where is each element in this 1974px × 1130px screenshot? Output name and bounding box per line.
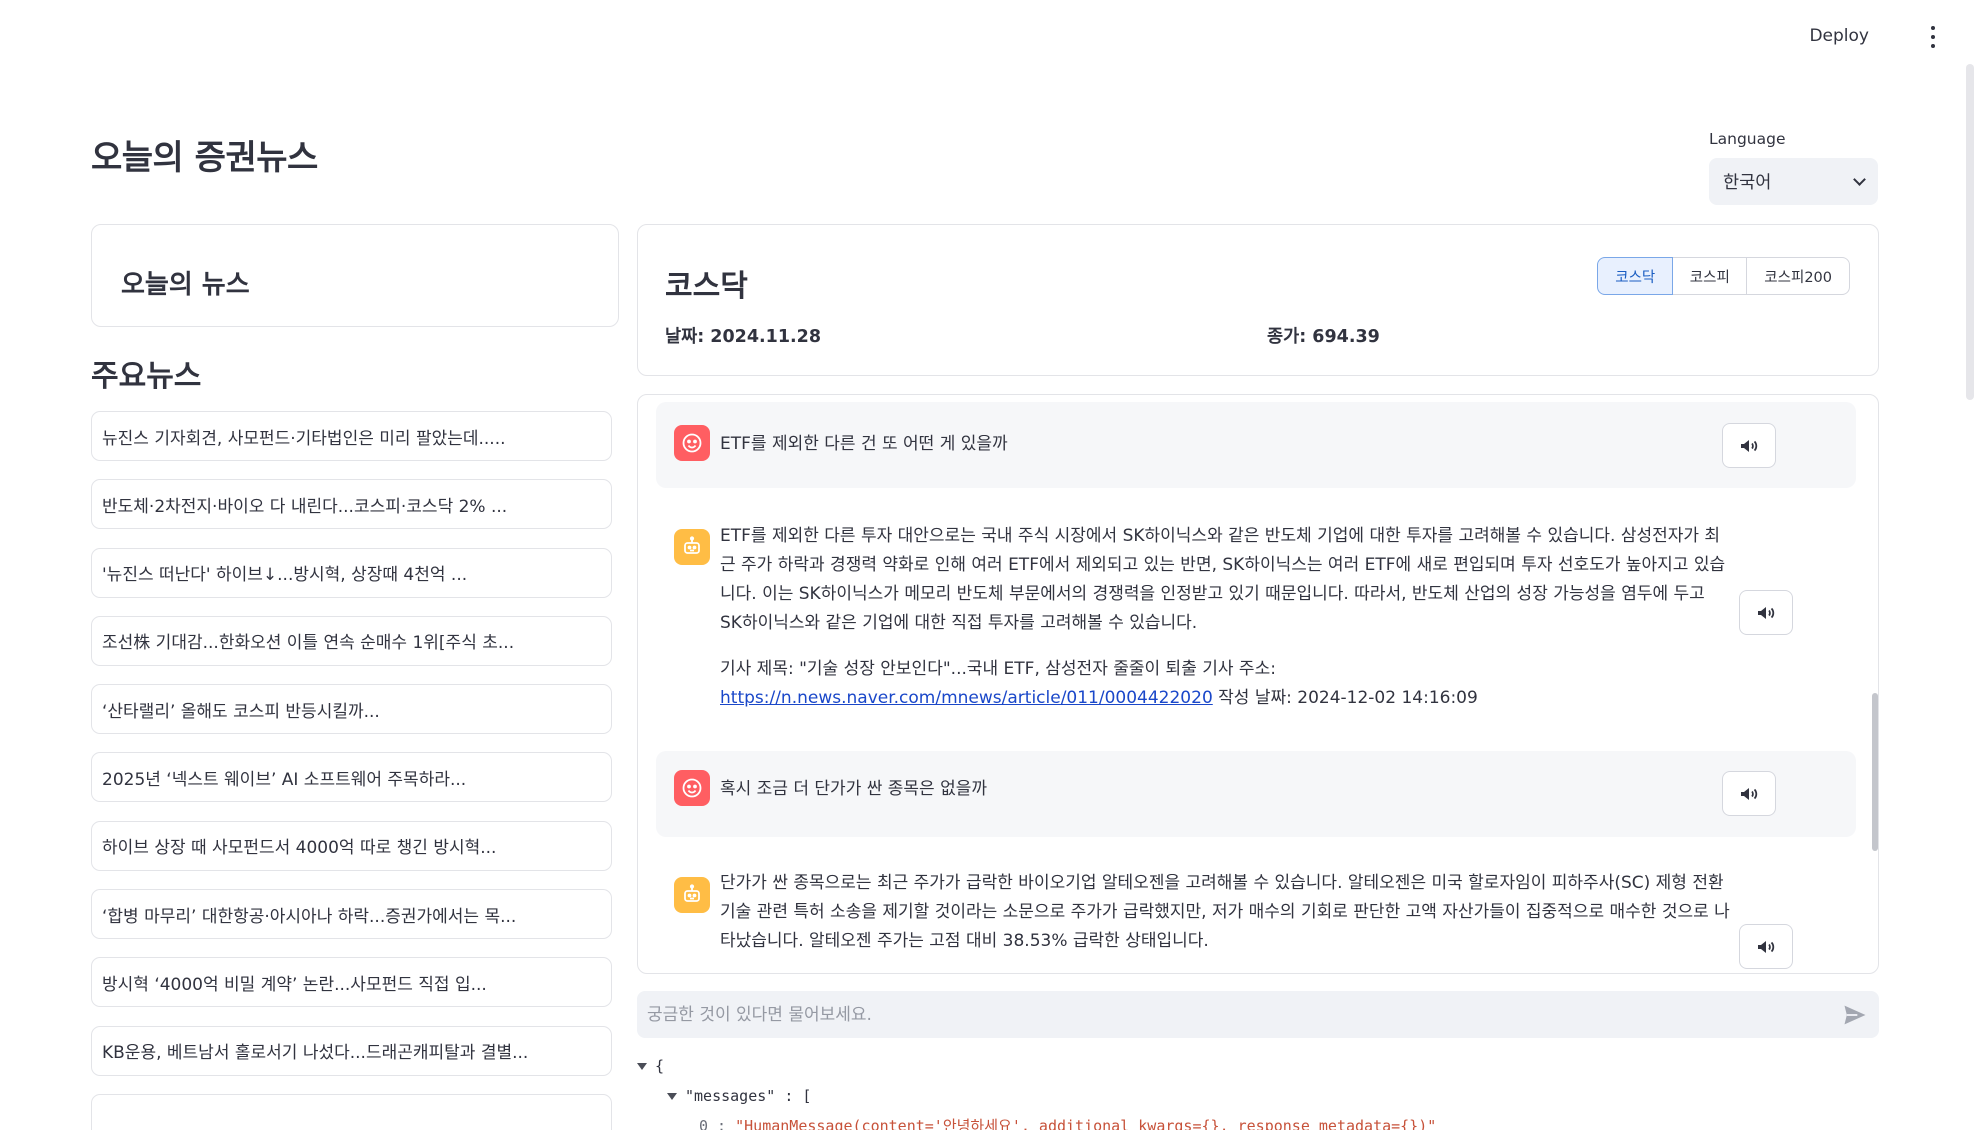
headline-item[interactable]: 조선株 기대감...한화오션 이틀 연속 순매수 1위[주식 초...	[91, 615, 612, 666]
headline-item[interactable]: ‘산타랠리’ 올해도 코스피 반등시킬까...	[91, 684, 612, 735]
headline-item[interactable]: ‘합병 마무리’ 대한항공·아시아나 하락...증권가에서는 목...	[91, 889, 612, 940]
today-news-title: 오늘의 뉴스	[121, 270, 250, 300]
headlines-title: 주요뉴스	[91, 359, 202, 394]
page-title: 오늘의 증권뉴스	[91, 138, 318, 178]
send-icon[interactable]	[1841, 1001, 1869, 1029]
chat-message-user: 혹시 조금 더 단가가 싼 종목은 없을까	[656, 751, 1856, 837]
speaker-icon	[1758, 940, 1775, 953]
json-punct: : [	[775, 1087, 812, 1105]
top-bar: Deploy	[0, 0, 1974, 76]
json-value: "HumanMessage(content='안녕하세요', additiona…	[735, 1117, 1437, 1130]
speaker-icon	[1758, 606, 1775, 619]
json-key: "messages"	[685, 1087, 776, 1105]
headline-item[interactable]: 하이브 상장 때 사모펀드서 4000억 따로 챙긴 방시혁...	[91, 820, 612, 871]
chat-message-assistant: ETF를 제외한 다른 투자 대안으로는 국내 주식 시장에서 SK하이닉스와 …	[656, 513, 1856, 753]
chat-input[interactable]	[647, 991, 1807, 1038]
source-prefix: 기사 제목: "기술 성장 안보인다"...국내 ETF, 삼성전자 줄줄이 퇴…	[720, 659, 1276, 679]
json-item-row: 0 : "HumanMessage(content='안녕하세요', addit…	[699, 1115, 1436, 1130]
speaker-icon	[1741, 439, 1758, 452]
chat-message-assistant: 단가가 싼 종목으로는 최근 주가가 급락한 바이오기업 알테오젠을 고려해볼 …	[656, 861, 1856, 973]
chat-message-text: ETF를 제외한 다른 투자 대안으로는 국내 주식 시장에서 SK하이닉스와 …	[720, 522, 1730, 713]
headline-list: 뉴진스 기자회견, 사모펀드·기타법인은 미리 팔았는데..... 반도체·2차…	[91, 411, 612, 1130]
speaker-button[interactable]	[1739, 924, 1793, 969]
chat-history[interactable]: ETF를 제외한 다른 건 또 어떤 게 있을까 ETF를 제외한 다른 투자 …	[637, 394, 1879, 974]
speaker-button[interactable]	[1722, 423, 1776, 468]
chat-message-text: 혹시 조금 더 단가가 싼 종목은 없을까	[720, 779, 988, 799]
assistant-answer: ETF를 제외한 다른 투자 대안으로는 국내 주식 시장에서 SK하이닉스와 …	[720, 526, 1726, 633]
collapse-triangle-icon[interactable]	[637, 1063, 647, 1070]
market-date: 날짜: 2024.11.28	[665, 327, 821, 347]
bot-avatar-icon	[674, 529, 710, 565]
page-scrollbar[interactable]	[1966, 64, 1974, 400]
chat-input-bar	[637, 991, 1879, 1038]
tab-kospi[interactable]: 코스피	[1671, 257, 1748, 295]
language-select[interactable]: 한국어	[1709, 158, 1878, 205]
user-avatar-icon	[674, 770, 710, 806]
market-close-price: 종가: 694.39	[1267, 327, 1380, 347]
source-citation: 기사 제목: "기술 성장 안보인다"...국내 ETF, 삼성전자 줄줄이 퇴…	[720, 655, 1730, 713]
chevron-down-icon	[1853, 172, 1866, 186]
json-messages-row[interactable]: "messages" : [	[667, 1087, 811, 1105]
today-news-card: 오늘의 뉴스	[91, 224, 619, 327]
market-card: 코스닥 코스닥 코스피 코스피200 날짜: 2024.11.28 종가: 69…	[637, 224, 1879, 376]
headline-item[interactable]: '뉴진스 떠난다' 하이브↓...방시혁, 상장때 4천억 ...	[91, 547, 612, 598]
headline-item[interactable]: 방시혁 ‘4000억 비밀 계약’ 논란...사모펀드 직접 입...	[91, 957, 612, 1008]
market-title: 코스닥	[665, 269, 748, 304]
deploy-button[interactable]: Deploy	[1809, 26, 1869, 46]
language-select-value: 한국어	[1723, 173, 1772, 193]
json-root-row[interactable]: {	[637, 1057, 664, 1075]
tab-kospi200[interactable]: 코스피200	[1746, 257, 1850, 295]
kebab-menu-icon[interactable]	[1928, 26, 1938, 48]
chat-message-text: ETF를 제외한 다른 건 또 어떤 게 있을까	[720, 434, 1008, 454]
headline-item[interactable]: 반도체·2차전지·바이오 다 내린다...코스피·코스닥 2% ...	[91, 479, 612, 530]
headline-item[interactable]: 뉴진스 기자회견, 사모펀드·기타법인은 미리 팔았는데.....	[91, 411, 612, 461]
headline-item[interactable]: 2025년 ‘넥스트 웨이브’ AI 소프트웨어 주목하라...	[91, 752, 612, 803]
speaker-button[interactable]	[1739, 590, 1793, 635]
headline-item[interactable]	[91, 1093, 612, 1130]
json-index: 0	[699, 1117, 709, 1130]
language-label: Language	[1709, 130, 1786, 148]
speaker-button[interactable]	[1722, 771, 1776, 816]
speaker-icon	[1741, 787, 1758, 800]
chat-message-user: ETF를 제외한 다른 건 또 어떤 게 있을까	[656, 402, 1856, 488]
tab-kosdaq[interactable]: 코스닥	[1597, 257, 1674, 295]
source-date: 작성 날짜: 2024-12-02 14:16:09	[1212, 688, 1478, 708]
headline-item[interactable]: KB운용, 베트남서 홀로서기 나섰다...드래곤캐피탈과 결별...	[91, 1025, 612, 1076]
chat-scrollbar[interactable]	[1872, 693, 1878, 851]
market-tab-group: 코스닥 코스피 코스피200	[1597, 257, 1850, 295]
user-avatar-icon	[674, 425, 710, 461]
bot-avatar-icon	[674, 877, 710, 913]
json-open-brace: {	[655, 1057, 665, 1075]
source-link[interactable]: https://n.news.naver.com/mnews/article/0…	[720, 688, 1213, 708]
collapse-triangle-icon[interactable]	[667, 1093, 677, 1100]
chat-message-text: 단가가 싼 종목으로는 최근 주가가 급락한 바이오기업 알테오젠을 고려해볼 …	[720, 873, 1730, 951]
